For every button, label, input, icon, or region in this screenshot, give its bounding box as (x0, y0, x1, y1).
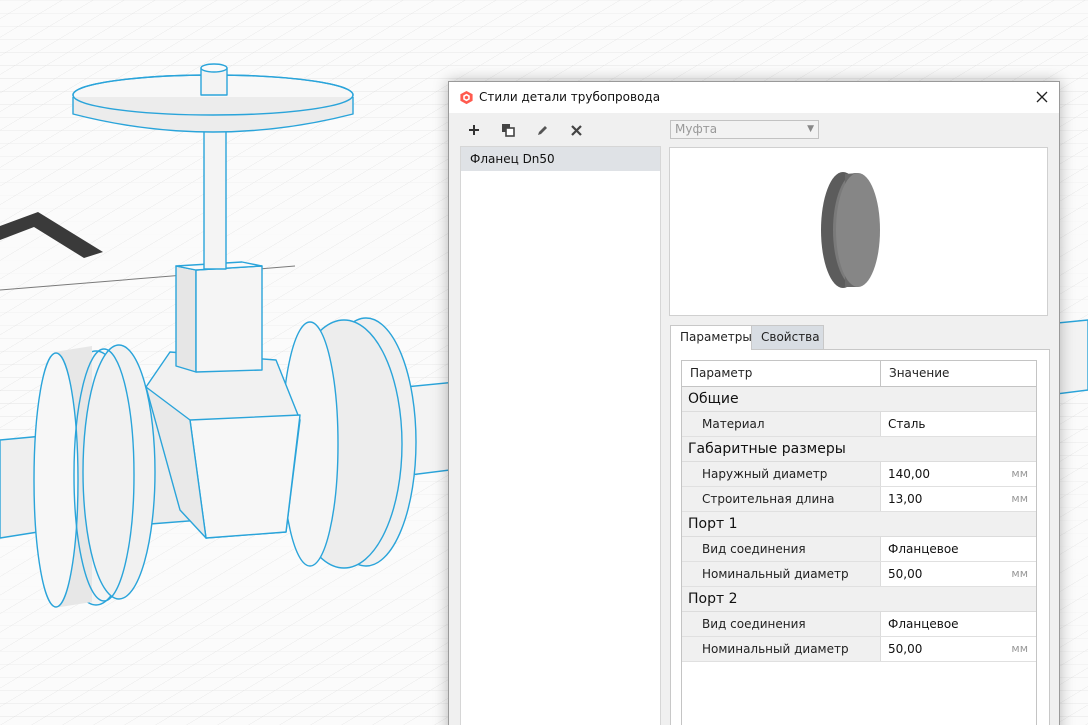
property-value[interactable]: Фланцевое (881, 537, 1036, 561)
tab-parameters[interactable]: Параметры (670, 325, 752, 350)
group-port-2[interactable]: Порт 2 (682, 587, 1036, 612)
property-name: Номинальный диаметр (682, 562, 881, 586)
property-name: Вид соединения (682, 537, 881, 561)
chevron-down-icon: ▼ (807, 124, 814, 134)
pencil-icon (537, 125, 547, 135)
unit-label: мм (1011, 567, 1028, 580)
table-row[interactable]: Вид соединения Фланцевое (682, 537, 1036, 562)
tab-properties[interactable]: Свойства (752, 325, 824, 350)
parameters-grid: Параметр Значение Общие Материал Сталь Г… (681, 360, 1037, 725)
delete-x-icon (570, 124, 582, 136)
property-value[interactable]: Сталь (881, 412, 1036, 436)
style-list[interactable]: Фланец Dn50 (460, 146, 661, 725)
group-dimensions[interactable]: Габаритные размеры (682, 437, 1036, 462)
unit-label: мм (1011, 642, 1028, 655)
group-port-1[interactable]: Порт 1 (682, 512, 1036, 537)
list-item[interactable]: Фланец Dn50 (461, 147, 660, 171)
pipe-part-styles-dialog: Стили детали трубопровода Фланец Dn50 Му… (448, 81, 1060, 725)
edit-style-button[interactable] (529, 119, 555, 141)
property-value[interactable]: 140,00 мм (881, 462, 1036, 486)
copy-icon (502, 124, 515, 137)
group-general[interactable]: Общие (682, 387, 1036, 412)
list-toolbar (461, 119, 589, 141)
property-name: Номинальный диаметр (682, 637, 881, 661)
grid-header: Параметр Значение (682, 361, 1036, 387)
part-type-value: Муфта (675, 122, 718, 136)
unit-label: мм (1011, 492, 1028, 505)
property-value[interactable]: Фланцевое (881, 612, 1036, 636)
table-row[interactable]: Номинальный диаметр 50,00 мм (682, 637, 1036, 662)
delete-style-button[interactable] (563, 119, 589, 141)
property-value[interactable]: 50,00 мм (881, 637, 1036, 661)
close-button[interactable] (1025, 82, 1059, 112)
plus-icon (469, 125, 479, 135)
property-name: Строительная длина (682, 487, 881, 511)
add-style-button[interactable] (461, 119, 487, 141)
unit-label: мм (1011, 467, 1028, 480)
part-type-select[interactable]: Муфта ▼ (670, 120, 819, 139)
table-row[interactable]: Вид соединения Фланцевое (682, 612, 1036, 637)
app-cube-icon (460, 90, 473, 105)
property-value[interactable]: 50,00 мм (881, 562, 1036, 586)
close-icon (1036, 91, 1048, 103)
property-name: Вид соединения (682, 612, 881, 636)
table-row[interactable]: Материал Сталь (682, 412, 1036, 437)
table-row[interactable]: Наружный диаметр 140,00 мм (682, 462, 1036, 487)
preview-disc (821, 172, 880, 288)
copy-style-button[interactable] (495, 119, 521, 141)
column-header-value[interactable]: Значение (881, 361, 1036, 386)
part-preview[interactable] (669, 147, 1048, 316)
parameters-panel: Параметр Значение Общие Материал Сталь Г… (670, 349, 1050, 725)
column-header-parameter[interactable]: Параметр (682, 361, 881, 386)
title-bar[interactable]: Стили детали трубопровода (449, 82, 1059, 113)
table-row[interactable]: Строительная длина 13,00 мм (682, 487, 1036, 512)
property-value[interactable]: 13,00 мм (881, 487, 1036, 511)
table-row[interactable]: Номинальный диаметр 50,00 мм (682, 562, 1036, 587)
property-name: Материал (682, 412, 881, 436)
dialog-title: Стили детали трубопровода (479, 90, 661, 104)
property-name: Наружный диаметр (682, 462, 881, 486)
